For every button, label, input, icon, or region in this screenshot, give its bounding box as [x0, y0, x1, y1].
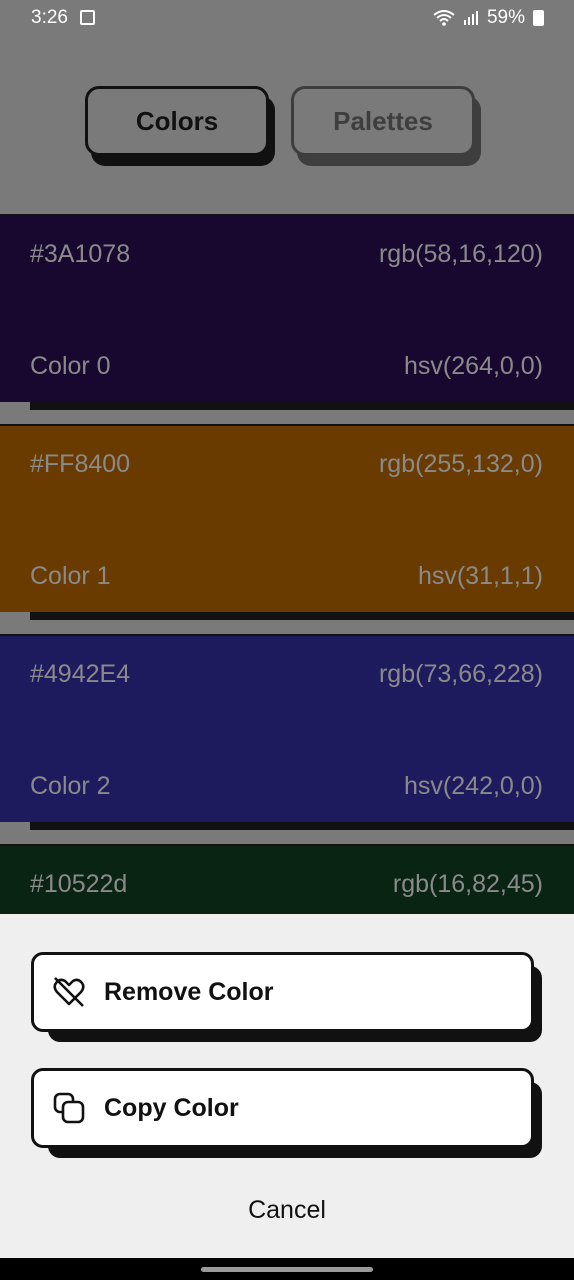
color-hex: #10522d [30, 870, 128, 898]
color-rgb: rgb(255,132,0) [378, 450, 543, 478]
wifi-icon [433, 10, 455, 26]
cancel-button[interactable]: Cancel [0, 1196, 574, 1225]
battery-percent: 59% [486, 7, 525, 28]
navigation-bar [0, 1258, 574, 1280]
header: Colors Palettes [0, 36, 574, 214]
heart-off-icon [52, 975, 86, 1009]
color-hex: #3A1078 [30, 240, 131, 268]
color-name: Color 2 [30, 772, 111, 800]
color-rgb: rgb(73,66,228) [378, 660, 543, 688]
color-hsv: hsv(31,1,1) [417, 562, 543, 590]
remove-color-label: Remove Color [104, 977, 274, 1006]
copy-color-label: Copy Color [104, 1093, 239, 1122]
copy-color-button[interactable]: Copy Color [31, 1068, 534, 1148]
card-shadow [30, 822, 574, 830]
color-card[interactable]: #10522d rgb(16,82,45) [0, 844, 574, 914]
color-hsv: hsv(242,0,0) [404, 772, 543, 800]
color-hsv: hsv(264,0,0) [404, 352, 543, 380]
image-notification-icon [80, 10, 95, 25]
copy-icon [52, 1091, 86, 1125]
color-rgb: rgb(16,82,45) [392, 870, 543, 898]
color-rgb: rgb(58,16,120) [378, 240, 543, 268]
signal-icon [463, 11, 478, 25]
color-card[interactable]: #3A1078 rgb(58,16,120) Color 0 hsv(264,0… [0, 214, 574, 402]
card-shadow [30, 612, 574, 620]
color-name: Color 1 [30, 562, 111, 590]
home-gesture-handle[interactable] [201, 1267, 373, 1272]
remove-color-button[interactable]: Remove Color [31, 952, 534, 1032]
color-hex: #4942E4 [30, 660, 131, 688]
color-name: Color 0 [30, 352, 111, 380]
color-hex: #FF8400 [30, 450, 131, 478]
status-bar: 3:26 59% [0, 0, 574, 36]
action-sheet: Remove Color Copy Color Cancel [0, 914, 574, 1258]
tab-colors[interactable]: Colors [85, 86, 269, 156]
tab-palettes[interactable]: Palettes [291, 86, 475, 156]
status-time: 3:26 [31, 7, 68, 28]
color-card[interactable]: #FF8400 rgb(255,132,0) Color 1 hsv(31,1,… [0, 424, 574, 612]
battery-icon [533, 10, 544, 26]
card-shadow [30, 402, 574, 410]
color-card[interactable]: #4942E4 rgb(73,66,228) Color 2 hsv(242,0… [0, 634, 574, 822]
status-right: 59% [433, 7, 544, 29]
